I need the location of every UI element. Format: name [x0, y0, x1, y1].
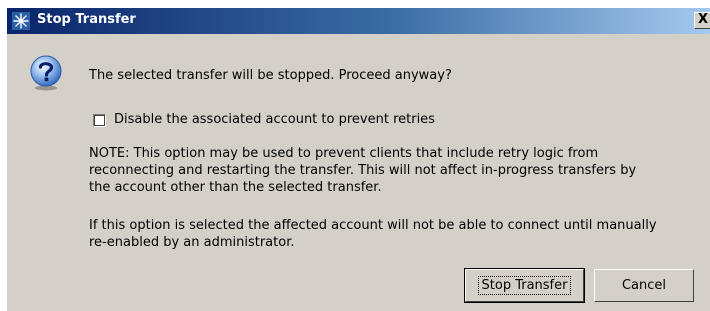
disable-account-checkbox[interactable]	[93, 114, 106, 127]
cancel-button-label: Cancel	[621, 278, 667, 293]
disable-account-checkbox-label[interactable]: Disable the associated account to preven…	[114, 112, 435, 127]
note-line: the account other than the selected tran…	[89, 180, 382, 195]
close-button[interactable]: X	[694, 12, 710, 29]
stop-transfer-button-label: Stop Transfer	[477, 276, 572, 295]
sparkle-icon	[12, 12, 30, 30]
confirm-message: The selected transfer will be stopped. P…	[89, 68, 452, 83]
note-line: NOTE: This option may be used to prevent…	[89, 146, 599, 161]
title-bar[interactable]: Stop Transfer X	[7, 8, 710, 34]
info-line: If this option is selected the affected …	[89, 218, 657, 233]
dialog-title: Stop Transfer	[37, 12, 136, 27]
note-line: reconnecting and restarting the transfer…	[89, 163, 637, 178]
question-icon	[30, 55, 62, 91]
stop-transfer-dialog: Stop Transfer X The selected transfer wi…	[6, 8, 710, 311]
info-line: re-enabled by an administrator.	[89, 235, 295, 250]
stop-transfer-button[interactable]: Stop Transfer	[464, 268, 585, 303]
cancel-button[interactable]: Cancel	[594, 269, 694, 302]
